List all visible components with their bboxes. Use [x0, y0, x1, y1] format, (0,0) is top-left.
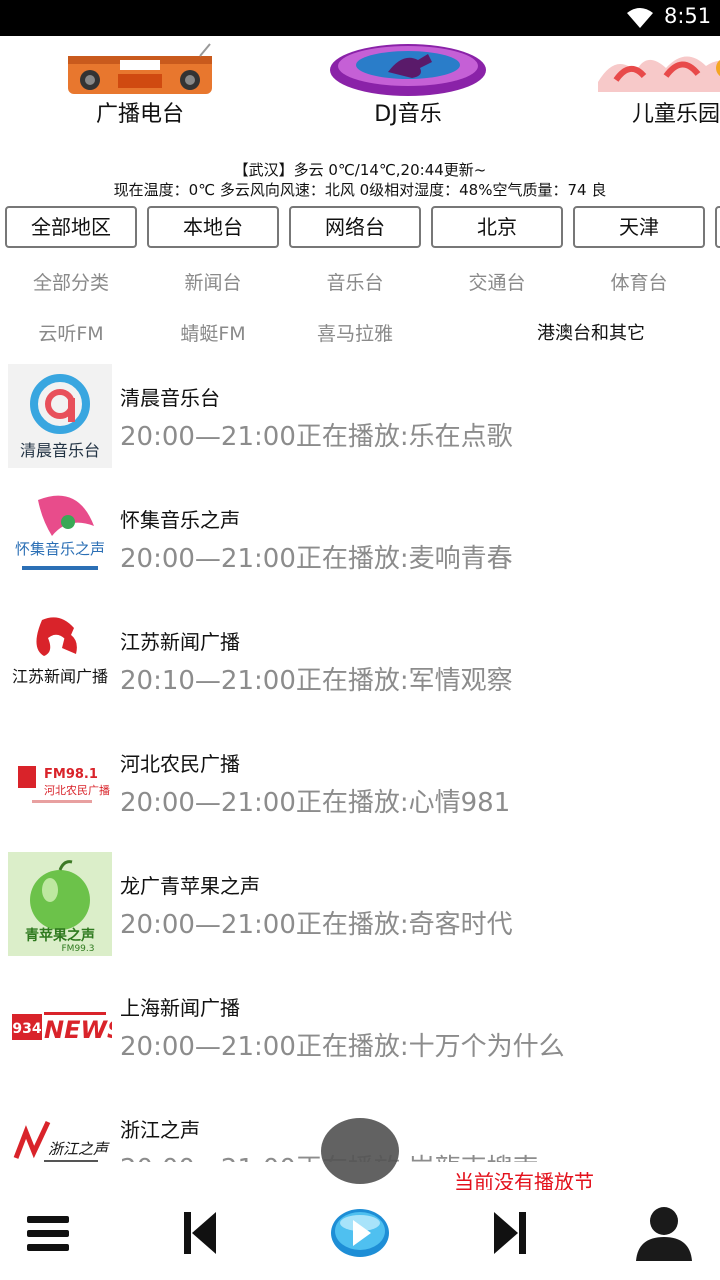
logo-text: 江苏新闻广播 [12, 667, 108, 686]
region-tab-beijing[interactable]: 北京 [431, 206, 563, 248]
station-name: 浙江之声 [120, 1118, 200, 1142]
region-tab-more[interactable] [715, 206, 720, 248]
hebei-logo: FM98.1 河北农民广播 [18, 766, 110, 803]
kids-icon [598, 56, 720, 92]
shanghai-logo: 934 NEWS [12, 1012, 112, 1044]
previous-button[interactable] [170, 1198, 230, 1268]
weather-detail: 现在温度：0℃ 多云风向风速：北风 0级相对湿度：48%空气质量：74 良 [113, 181, 607, 199]
station-name: 河北农民广播 [120, 752, 240, 776]
dj-disc-icon [330, 44, 486, 96]
now-playing: 20:00—21:00正在播放:心情981 [120, 788, 511, 818]
list-item[interactable]: 怀集音乐之声 怀集音乐之声 20:00—21:00正在播放:麦响青春 [0, 480, 720, 602]
logo-text: 清晨音乐台 [20, 441, 100, 460]
filter-sports[interactable]: 体育台 [568, 268, 710, 295]
station-name: 怀集音乐之声 [120, 508, 240, 532]
next-button[interactable] [480, 1198, 540, 1268]
category-radio[interactable]: 广播电台 [20, 36, 260, 136]
filter-qingting[interactable]: 蜻蜓FM [142, 319, 284, 346]
region-tabs: 全部地区 本地台 网络台 北京 天津 [0, 206, 720, 248]
region-tab-network[interactable]: 网络台 [289, 206, 421, 248]
now-playing: 20:00—21:00正在播放:奇客时代 [120, 910, 513, 940]
logo-text: 怀集音乐之声 [15, 540, 105, 558]
category-label: 广播电台 [95, 102, 184, 127]
station-name: 龙广青苹果之声 [120, 874, 260, 898]
menu-button[interactable] [18, 1198, 78, 1268]
now-playing: 20:00—21:00正在播放:十万个为什么 [120, 1032, 565, 1062]
category-dj[interactable]: DJ音乐 [288, 36, 528, 136]
region-tab-all[interactable]: 全部地区 [5, 206, 137, 248]
weather-summary: 【武汉】多云 0℃/14℃,20:44更新~ [233, 161, 487, 179]
menu-icon [27, 1216, 69, 1251]
logo-text: NEWS [44, 1016, 112, 1044]
list-item[interactable]: 青苹果之声 FM99.3 龙广青苹果之声 20:00—21:00正在播放:奇客时… [0, 846, 720, 968]
region-tab-tianjin[interactable]: 天津 [573, 206, 705, 248]
status-bar: 8:51 [0, 0, 720, 36]
list-item[interactable]: 江苏新闻广播 江苏新闻广播 20:10—21:00正在播放:军情观察 [0, 602, 720, 724]
logo-text: 河北农民广播 [44, 783, 110, 797]
category-kids[interactable]: 儿童乐园 [556, 36, 720, 136]
zhejiang-logo: 浙江之声 [13, 1120, 110, 1162]
boombox-icon [68, 43, 212, 94]
station-name: 清晨音乐台 [120, 386, 220, 410]
wifi-icon [627, 8, 653, 28]
filter-all[interactable]: 全部分类 [0, 268, 142, 295]
list-item[interactable]: 清晨音乐台 清晨音乐台 20:00—21:00正在播放:乐在点歌 [0, 358, 720, 480]
filter-hk-macau-tw[interactable]: 港澳台和其它 [520, 319, 662, 345]
weather-info: 【武汉】多云 0℃/14℃,20:44更新~ 现在温度：0℃ 多云风向风速：北风… [0, 160, 720, 200]
now-playing: 20:00—21:00正在播放:麦响青春 [120, 544, 513, 574]
user-icon [636, 1207, 692, 1261]
filter-yunting[interactable]: 云听FM [0, 319, 142, 346]
play-button[interactable] [322, 1198, 398, 1268]
huaiji-logo: 怀集音乐之声 [15, 495, 105, 570]
next-icon [494, 1212, 526, 1254]
logo-text: 青苹果之声 [25, 927, 95, 944]
now-playing: 20:00—21:00正在播放:乐在点歌 [120, 422, 513, 452]
filter-traffic[interactable]: 交通台 [426, 268, 568, 295]
logo-text: 934 [12, 1021, 41, 1037]
category-label: DJ音乐 [374, 102, 442, 127]
logo-text: FM99.3 [62, 944, 95, 954]
user-button[interactable] [628, 1198, 700, 1268]
filter-music[interactable]: 音乐台 [284, 268, 426, 295]
filter-news[interactable]: 新闻台 [142, 268, 284, 295]
logo-text: FM98.1 [44, 767, 98, 782]
play-icon [331, 1209, 389, 1257]
region-tab-local[interactable]: 本地台 [147, 206, 279, 248]
now-playing: 20:10—21:00正在播放:军情观察 [120, 666, 513, 696]
apple-logo: 青苹果之声 FM99.3 [8, 852, 112, 956]
player-toolbar [0, 1190, 720, 1280]
category-label: 儿童乐园 [631, 102, 720, 127]
station-list: 清晨音乐台 清晨音乐台 20:00—21:00正在播放:乐在点歌 怀集音乐之声 … [0, 358, 720, 1162]
logo-text: 浙江之声 [48, 1140, 110, 1158]
jiangsu-logo: 江苏新闻广播 [12, 617, 108, 686]
qingchen-logo: 清晨音乐台 [8, 364, 112, 468]
clock: 8:51 [664, 4, 712, 28]
floating-button[interactable] [321, 1118, 399, 1184]
filter-ximalaya[interactable]: 喜马拉雅 [284, 319, 426, 346]
list-item[interactable]: FM98.1 河北农民广播 河北农民广播 20:00—21:00正在播放:心情9… [0, 724, 720, 846]
category-filters: 全部分类 新闻台 音乐台 交通台 体育台 云听FM 蜻蜓FM 喜马拉雅 港澳台和… [0, 258, 720, 358]
previous-icon [184, 1212, 216, 1254]
category-strip: 广播电台 DJ音乐 儿童乐园 [0, 36, 720, 136]
list-item[interactable]: 934 NEWS 上海新闻广播 20:00—21:00正在播放:十万个为什么 [0, 968, 720, 1090]
station-name: 上海新闻广播 [120, 996, 240, 1020]
station-name: 江苏新闻广播 [120, 630, 240, 654]
